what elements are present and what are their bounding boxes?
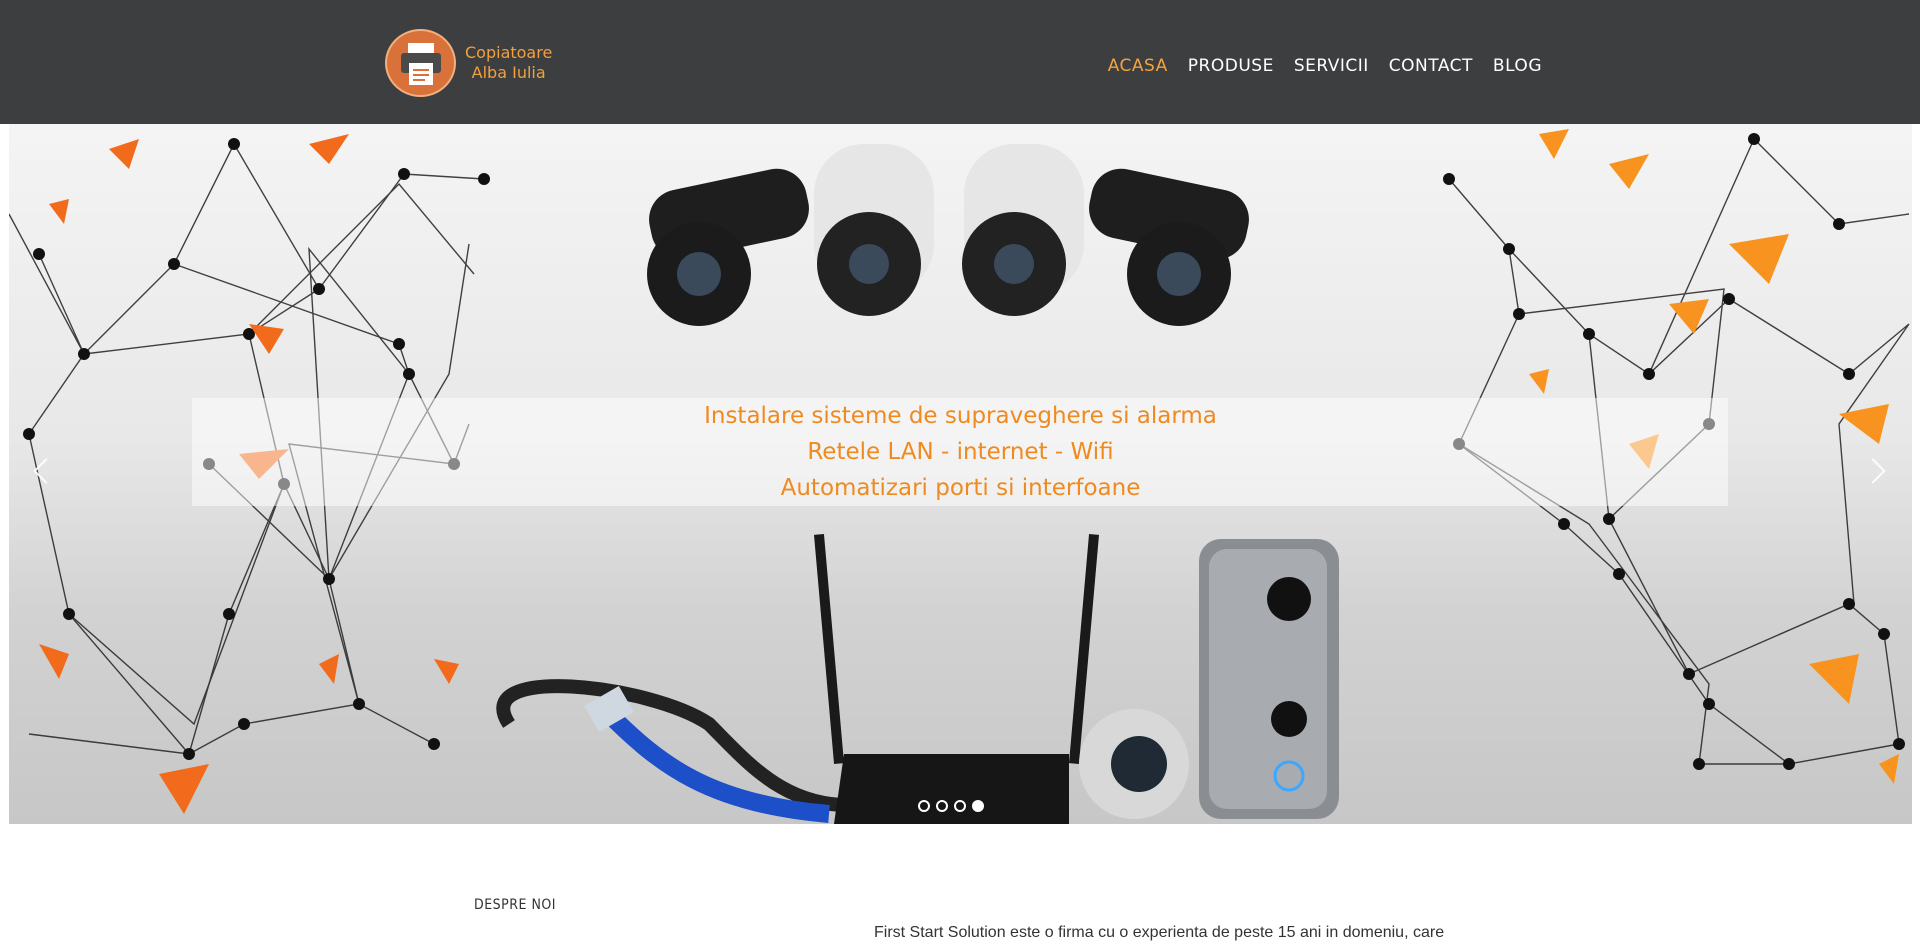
- slider-prev-button[interactable]: [29, 456, 59, 486]
- slider-indicators: [918, 800, 984, 812]
- network-cable: [496, 679, 870, 823]
- caption-line-2: Retele LAN - internet - Wifi: [807, 439, 1114, 465]
- nav-item-blog[interactable]: BLOG: [1493, 56, 1542, 76]
- chevron-left-icon: [33, 458, 59, 484]
- logo[interactable]: Copiatoare Alba Iulia: [385, 29, 552, 97]
- slider-next-button[interactable]: [1860, 456, 1892, 486]
- site-header: Copiatoare Alba Iulia ACASA PRODUSE SERV…: [0, 0, 1920, 124]
- about-section-label: DESPRE NOI: [474, 897, 556, 913]
- logo-line-2: Alba Iulia: [471, 63, 546, 82]
- nav-item-contact[interactable]: CONTACT: [1389, 56, 1473, 76]
- slide-dot-2[interactable]: [936, 800, 948, 812]
- printer-icon: [385, 29, 456, 97]
- doorbell-camera: [1079, 539, 1339, 819]
- nav-item-produse[interactable]: PRODUSE: [1188, 56, 1274, 76]
- nav-item-acasa[interactable]: ACASA: [1108, 56, 1168, 76]
- chevron-right-icon: [1860, 458, 1886, 484]
- logo-text: Copiatoare Alba Iulia: [465, 43, 552, 83]
- caption-line-1: Instalare sisteme de supraveghere si ala…: [704, 403, 1217, 429]
- nav-item-servicii[interactable]: SERVICII: [1294, 56, 1369, 76]
- slide-caption: Instalare sisteme de supraveghere si ala…: [9, 398, 1912, 506]
- main-nav: ACASA PRODUSE SERVICII CONTACT BLOG: [1108, 56, 1542, 76]
- logo-line-1: Copiatoare: [465, 43, 553, 62]
- slide-dot-3[interactable]: [954, 800, 966, 812]
- security-cameras: [647, 144, 1249, 326]
- hero-slider: Instalare sisteme de supraveghere si ala…: [9, 124, 1912, 824]
- about-text: First Start Solution este o firma cu o e…: [874, 924, 1445, 941]
- wifi-router: [813, 534, 1100, 824]
- slide-dot-4[interactable]: [972, 800, 984, 812]
- slide-dot-1[interactable]: [918, 800, 930, 812]
- caption-line-3: Automatizari porti si interfoane: [780, 475, 1141, 501]
